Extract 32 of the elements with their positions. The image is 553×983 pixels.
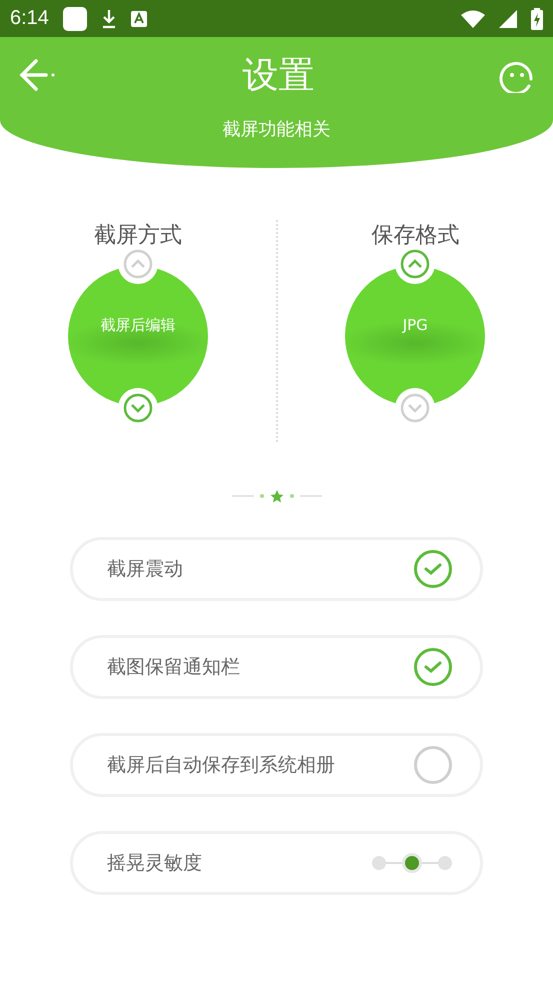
star-divider-icon xyxy=(232,489,322,503)
setting-row[interactable]: 截图保留通知栏 xyxy=(70,635,483,699)
setting-row[interactable]: 摇晃灵敏度 xyxy=(70,831,483,895)
setting-row[interactable]: 截屏震动 xyxy=(70,537,483,601)
signal-icon xyxy=(499,10,517,28)
chevron-down-icon xyxy=(400,393,430,423)
chevron-up-icon xyxy=(400,249,430,279)
setting-label: 截图保留通知栏 xyxy=(107,655,240,680)
check-icon xyxy=(423,659,443,675)
download-icon xyxy=(100,8,117,28)
app-square-icon xyxy=(62,6,87,30)
status-time: 6:14 xyxy=(10,7,49,30)
slider-thumb[interactable] xyxy=(402,853,422,873)
checkbox[interactable] xyxy=(414,648,452,686)
check-icon xyxy=(423,561,443,577)
picker-value: 截屏后编辑 xyxy=(99,316,176,335)
setting-label: 截屏震动 xyxy=(107,557,183,582)
font-icon xyxy=(130,10,147,26)
page-subtitle: 截屏功能相关 xyxy=(222,118,330,141)
picker-title: 截屏方式 xyxy=(94,222,182,250)
picker-value: JPG xyxy=(401,316,429,334)
setting-label: 摇晃灵敏度 xyxy=(107,851,202,876)
picker-title: 保存格式 xyxy=(371,222,460,250)
battery-icon xyxy=(531,8,543,30)
checkbox[interactable] xyxy=(414,550,452,588)
page-title: 设置 xyxy=(242,54,314,98)
setting-row[interactable]: 截屏后自动保存到系统相册 xyxy=(70,733,483,797)
chevron-up-icon xyxy=(122,249,153,279)
checkbox[interactable] xyxy=(414,746,452,784)
chevron-down-icon xyxy=(122,393,153,423)
wifi-icon xyxy=(461,10,485,28)
setting-label: 截屏后自动保存到系统相册 xyxy=(107,753,335,778)
